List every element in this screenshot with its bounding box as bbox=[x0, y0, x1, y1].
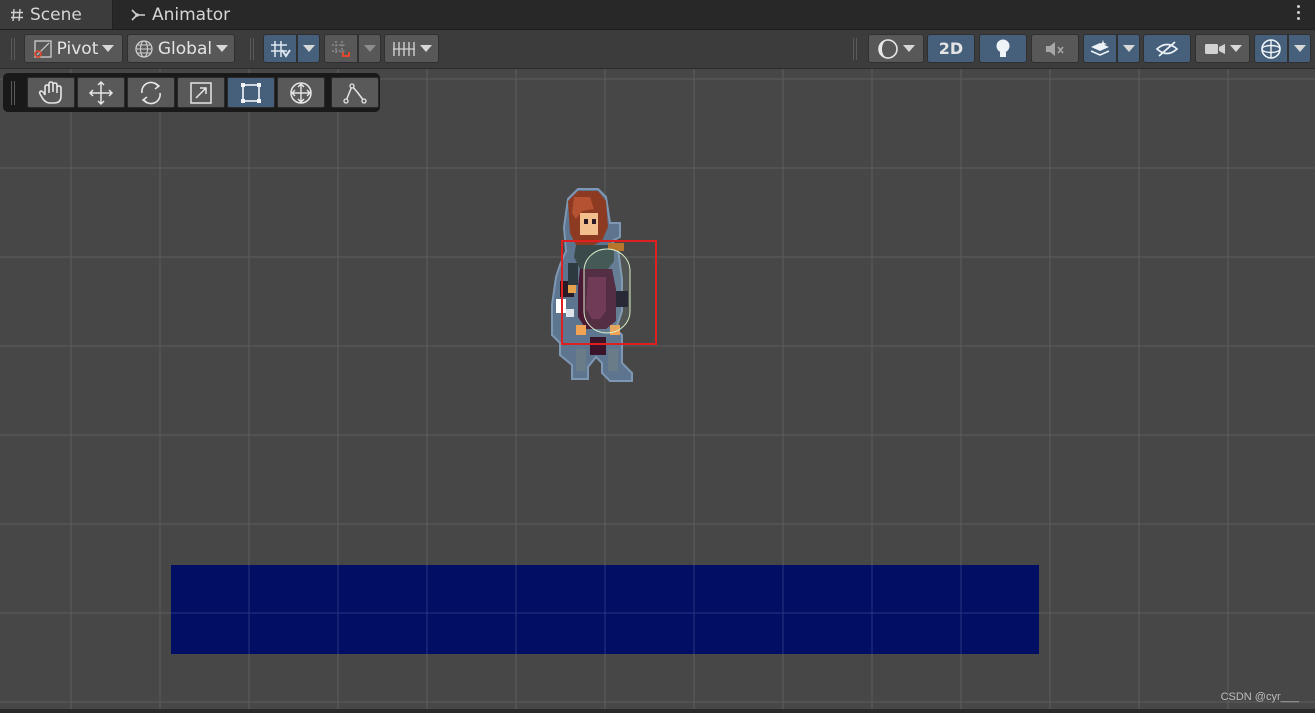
pivot-label: Pivot bbox=[56, 38, 99, 59]
audio-mute-icon bbox=[1046, 41, 1064, 56]
gizmos-dropdown[interactable] bbox=[1288, 34, 1311, 63]
shading-mode-icon bbox=[878, 38, 898, 59]
global-dropdown[interactable]: Global bbox=[127, 34, 235, 63]
2d-mode-button[interactable]: 2D bbox=[927, 34, 975, 63]
rotate-icon bbox=[141, 81, 161, 104]
transform-tools-overlay bbox=[3, 73, 380, 112]
toolbar-grip[interactable] bbox=[11, 38, 15, 60]
grid-snap-button[interactable] bbox=[263, 34, 297, 63]
camera-dropdown[interactable] bbox=[1195, 34, 1250, 63]
chevron-down-icon bbox=[419, 45, 432, 52]
tab-scene[interactable]: Scene bbox=[0, 0, 113, 29]
gizmos-icon bbox=[1261, 38, 1281, 59]
toolbar-grip[interactable] bbox=[853, 38, 857, 60]
global-label: Global bbox=[157, 38, 213, 59]
move-tool-button[interactable] bbox=[77, 77, 125, 108]
tab-animator-label: Animator bbox=[152, 4, 231, 25]
grid-visibility-icon bbox=[392, 41, 415, 56]
chevron-down-icon bbox=[363, 45, 376, 52]
scene-visibility-icon bbox=[1155, 40, 1179, 57]
grid-visibility-dropdown[interactable] bbox=[384, 34, 439, 63]
chevron-down-icon bbox=[102, 45, 115, 52]
scene-visibility-toggle[interactable] bbox=[1143, 34, 1191, 63]
increment-snap-dropdown[interactable] bbox=[358, 34, 381, 63]
scale-icon bbox=[190, 81, 212, 104]
2d-mode-label: 2D bbox=[938, 39, 964, 58]
view-tool-button[interactable] bbox=[27, 77, 75, 108]
transform-tool-button[interactable] bbox=[277, 77, 325, 108]
more-options-icon[interactable] bbox=[1297, 5, 1301, 23]
ground-tile-grid bbox=[171, 565, 1039, 654]
tools-grip[interactable] bbox=[11, 81, 15, 105]
transform-icon bbox=[290, 81, 312, 104]
rect-tool-button[interactable] bbox=[227, 77, 275, 108]
pivot-icon bbox=[33, 39, 52, 58]
tab-scene-label: Scene bbox=[30, 4, 82, 25]
vertex-path-icon bbox=[343, 82, 367, 104]
ground-tilemap[interactable] bbox=[171, 565, 1039, 654]
watermark-text: CSDN @cyr___ bbox=[1220, 691, 1299, 703]
hand-icon bbox=[38, 80, 62, 104]
lighting-icon bbox=[996, 39, 1010, 57]
rect-transform-icon bbox=[241, 82, 261, 103]
custom-editor-tool-button[interactable] bbox=[331, 77, 379, 108]
effects-dropdown[interactable] bbox=[1117, 34, 1140, 63]
chevron-down-icon bbox=[1122, 45, 1135, 52]
globe-icon bbox=[135, 39, 153, 58]
rotate-tool-button[interactable] bbox=[127, 77, 175, 108]
chevron-down-icon bbox=[216, 45, 229, 52]
scene-viewport[interactable]: CSDN @cyr___ bbox=[0, 69, 1315, 713]
chevron-down-icon bbox=[302, 45, 315, 52]
gizmos-toggle[interactable] bbox=[1254, 34, 1288, 63]
effects-toggle[interactable] bbox=[1083, 34, 1117, 63]
grid-snap-icon bbox=[271, 40, 291, 58]
scene-toolbar: Pivot Global 2D bbox=[0, 30, 1315, 69]
lighting-toggle[interactable] bbox=[979, 34, 1027, 63]
increment-snap-icon bbox=[332, 40, 350, 57]
grid-snap-dropdown[interactable] bbox=[297, 34, 320, 63]
chevron-down-icon bbox=[1293, 45, 1306, 52]
effects-icon bbox=[1090, 39, 1110, 56]
audio-toggle[interactable] bbox=[1031, 34, 1079, 63]
capsule-collider-outline bbox=[583, 248, 631, 334]
chevron-down-icon bbox=[903, 45, 915, 52]
camera-icon bbox=[1204, 43, 1225, 54]
shading-mode-dropdown[interactable] bbox=[868, 34, 924, 63]
scale-tool-button[interactable] bbox=[177, 77, 225, 108]
tab-bar: Scene Animator bbox=[0, 0, 1315, 30]
move-arrows-icon bbox=[88, 80, 114, 105]
toolbar-grip[interactable] bbox=[250, 38, 254, 60]
animator-icon bbox=[131, 8, 145, 21]
pivot-dropdown[interactable]: Pivot bbox=[24, 34, 123, 63]
tab-animator[interactable]: Animator bbox=[130, 0, 230, 29]
hash-icon bbox=[11, 8, 23, 21]
increment-snap-button[interactable] bbox=[324, 34, 358, 63]
bottom-border bbox=[0, 709, 1315, 713]
chevron-down-icon bbox=[1229, 45, 1242, 52]
